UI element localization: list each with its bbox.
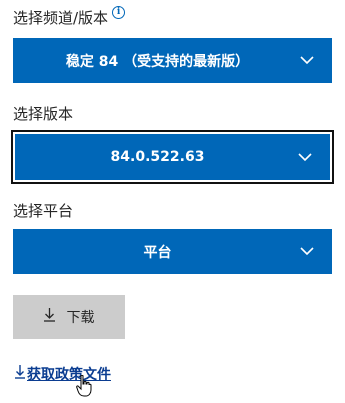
platform-select-value: 平台	[143, 244, 172, 261]
platform-label: 选择平台	[13, 202, 74, 220]
download-icon	[15, 365, 25, 383]
channel-label-row: 选择频道/版本 i	[13, 6, 126, 27]
chevron-down-icon	[282, 56, 332, 65]
version-label-row: 选择版本	[13, 105, 73, 123]
channel-select-value: 稳定 84 （受支持的最新版）	[65, 53, 250, 70]
policy-file-link[interactable]: 获取政策文件	[15, 364, 111, 384]
chevron-down-icon	[282, 247, 332, 256]
policy-file-link-label: 获取政策文件	[27, 367, 111, 383]
info-icon[interactable]: i	[112, 6, 126, 19]
platform-label-row: 选择平台	[13, 202, 73, 220]
version-select[interactable]: 84.0.522.63	[11, 130, 334, 184]
hand-cursor-icon	[76, 374, 92, 401]
download-button[interactable]: 下载	[13, 295, 125, 339]
version-label: 选择版本	[13, 105, 74, 123]
channel-select[interactable]: 稳定 84 （受支持的最新版）	[13, 38, 332, 83]
channel-label: 选择频道/版本	[13, 9, 109, 27]
chevron-down-icon	[280, 152, 330, 162]
download-icon	[43, 308, 55, 326]
download-button-label: 下载	[66, 310, 95, 326]
platform-select[interactable]: 平台	[13, 229, 332, 274]
version-select-value: 84.0.522.63	[110, 149, 205, 165]
